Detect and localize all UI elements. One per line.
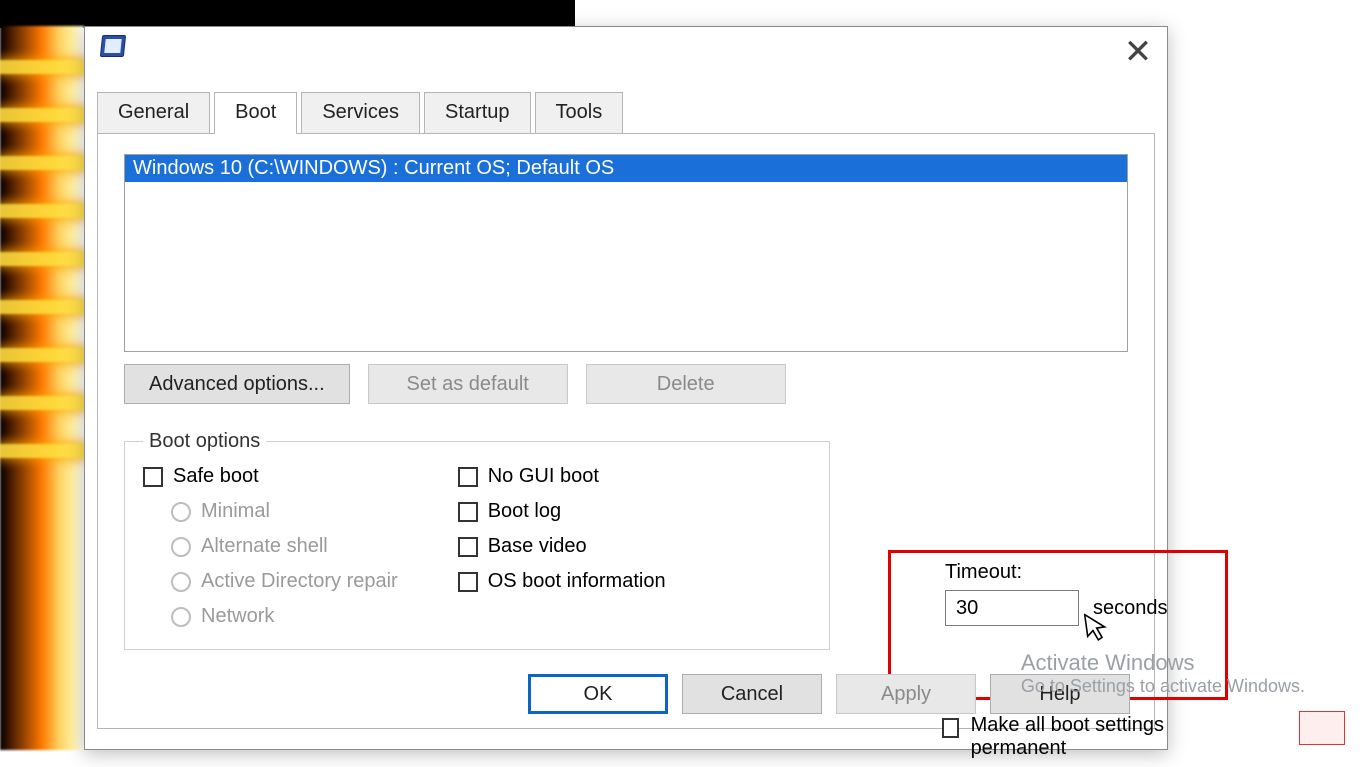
tab-general[interactable]: General [97,92,210,134]
base-video-input[interactable] [458,537,478,557]
corner-thumbnail [1299,711,1345,745]
base-video-checkbox[interactable]: Base video [458,535,666,558]
tab-boot[interactable]: Boot [214,92,297,134]
tab-strip: General Boot Services Startup Tools [97,92,1155,134]
alternate-shell-radio: Alternate shell [171,535,398,558]
os-boot-info-label: OS boot information [488,570,666,593]
boot-log-input[interactable] [458,502,478,522]
network-input [171,607,191,627]
boot-tab-panel: Windows 10 (C:\WINDOWS) : Current OS; De… [97,133,1155,729]
boot-options-col-2: No GUI boot Boot log Base video OS [458,465,666,628]
msconfig-dialog: ✕ General Boot Services Startup Tools Wi… [84,26,1168,750]
cancel-button[interactable]: Cancel [682,674,822,714]
title-bar: ✕ [85,27,1167,91]
minimal-input [171,502,191,522]
no-gui-boot-checkbox[interactable]: No GUI boot [458,465,666,488]
safe-boot-checkbox[interactable]: Safe boot [143,465,398,488]
no-gui-boot-input[interactable] [458,467,478,487]
minimal-radio: Minimal [171,500,398,523]
boot-log-checkbox[interactable]: Boot log [458,500,666,523]
network-label: Network [201,605,274,628]
app-icon [100,35,126,57]
os-boot-info-checkbox[interactable]: OS boot information [458,570,666,593]
minimal-label: Minimal [201,500,270,523]
ok-button[interactable]: OK [528,674,668,714]
boot-button-row: Advanced options... Set as default Delet… [124,364,1128,404]
advanced-options-button[interactable]: Advanced options... [124,364,350,404]
ad-repair-label: Active Directory repair [201,570,398,593]
boot-options-col-1: Safe boot Minimal Alternate shell A [143,465,398,628]
tab-startup[interactable]: Startup [424,92,530,134]
network-radio: Network [171,605,398,628]
safe-boot-input[interactable] [143,467,163,487]
close-icon: ✕ [1124,33,1153,71]
make-permanent-row[interactable]: Make all boot settings permanent [942,714,1202,760]
alternate-shell-label: Alternate shell [201,535,328,558]
background-side-flames [0,26,84,750]
tab-tools[interactable]: Tools [535,92,624,134]
delete-button: Delete [586,364,786,404]
boot-options-group: Boot options Safe boot Minimal [124,430,830,650]
ad-repair-radio: Active Directory repair [171,570,398,593]
boot-log-label: Boot log [488,500,561,523]
background-top-strip [0,0,575,28]
apply-button: Apply [836,674,976,714]
set-as-default-button: Set as default [368,364,568,404]
no-gui-boot-label: No GUI boot [488,465,599,488]
ad-repair-input [171,572,191,592]
safe-boot-label: Safe boot [173,465,259,488]
tab-services[interactable]: Services [301,92,420,134]
dialog-footer: OK Cancel Apply Help [528,674,1130,714]
alternate-shell-input [171,537,191,557]
make-permanent-label: Make all boot settings permanent [971,714,1202,760]
boot-options-legend: Boot options [143,430,266,453]
base-video-label: Base video [488,535,587,558]
help-button[interactable]: Help [990,674,1130,714]
close-button[interactable]: ✕ [1115,35,1161,75]
timeout-input[interactable] [945,590,1079,626]
timeout-unit: seconds [1093,597,1168,620]
os-list-item[interactable]: Windows 10 (C:\WINDOWS) : Current OS; De… [125,155,1127,182]
os-boot-info-input[interactable] [458,572,478,592]
os-list[interactable]: Windows 10 (C:\WINDOWS) : Current OS; De… [124,154,1128,352]
make-permanent-checkbox[interactable] [942,718,959,738]
timeout-label: Timeout: [945,561,1203,584]
